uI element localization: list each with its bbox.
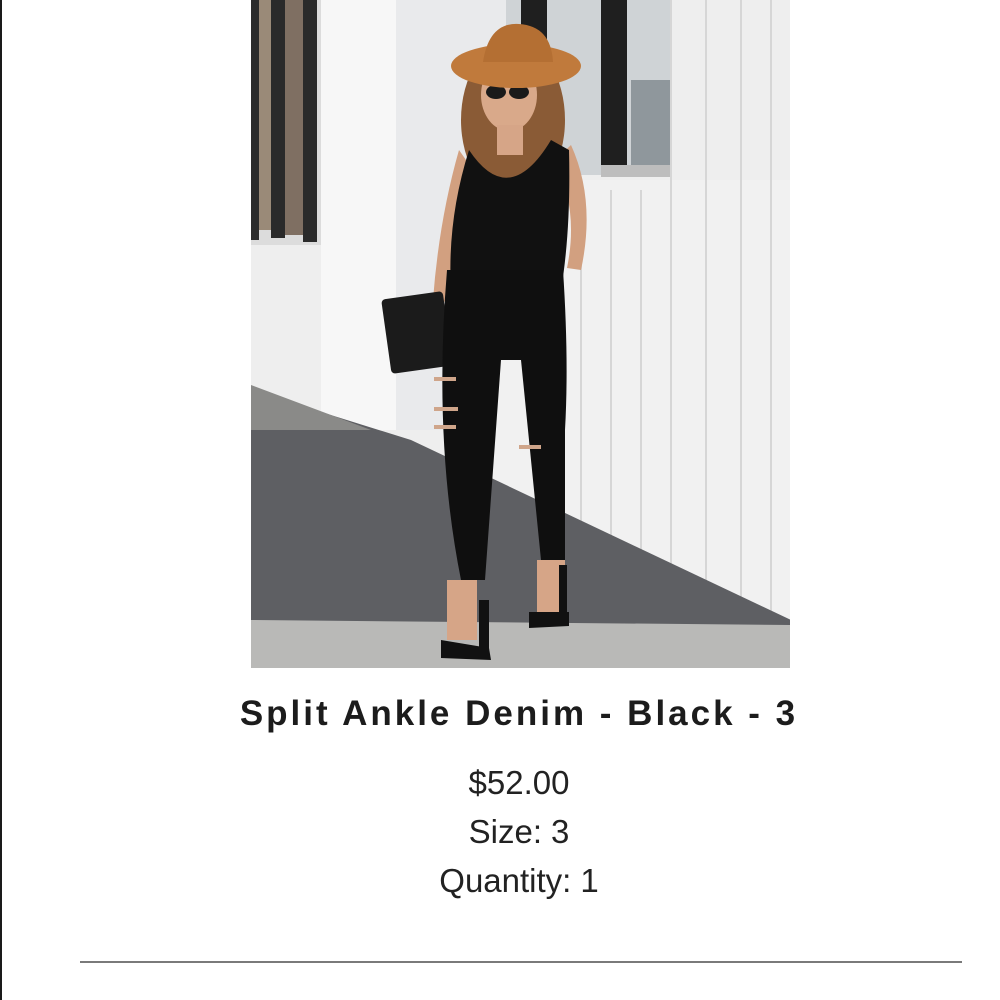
- product-quantity: Quantity: 1: [0, 862, 1000, 900]
- order-item-page: Split Ankle Denim - Black - 3 $52.00 Siz…: [0, 0, 1000, 1000]
- size-label: Size:: [468, 813, 542, 850]
- product-size: Size: 3: [0, 813, 1000, 851]
- price-value: $52.00: [468, 764, 570, 801]
- quantity-value: 1: [580, 862, 599, 899]
- product-title: Split Ankle Denim - Black - 3: [239, 694, 799, 733]
- product-image[interactable]: [251, 0, 790, 668]
- quantity-label: Quantity:: [439, 862, 572, 899]
- section-divider: [80, 961, 962, 963]
- product-price: $52.00: [0, 764, 1000, 802]
- size-value: 3: [551, 813, 570, 850]
